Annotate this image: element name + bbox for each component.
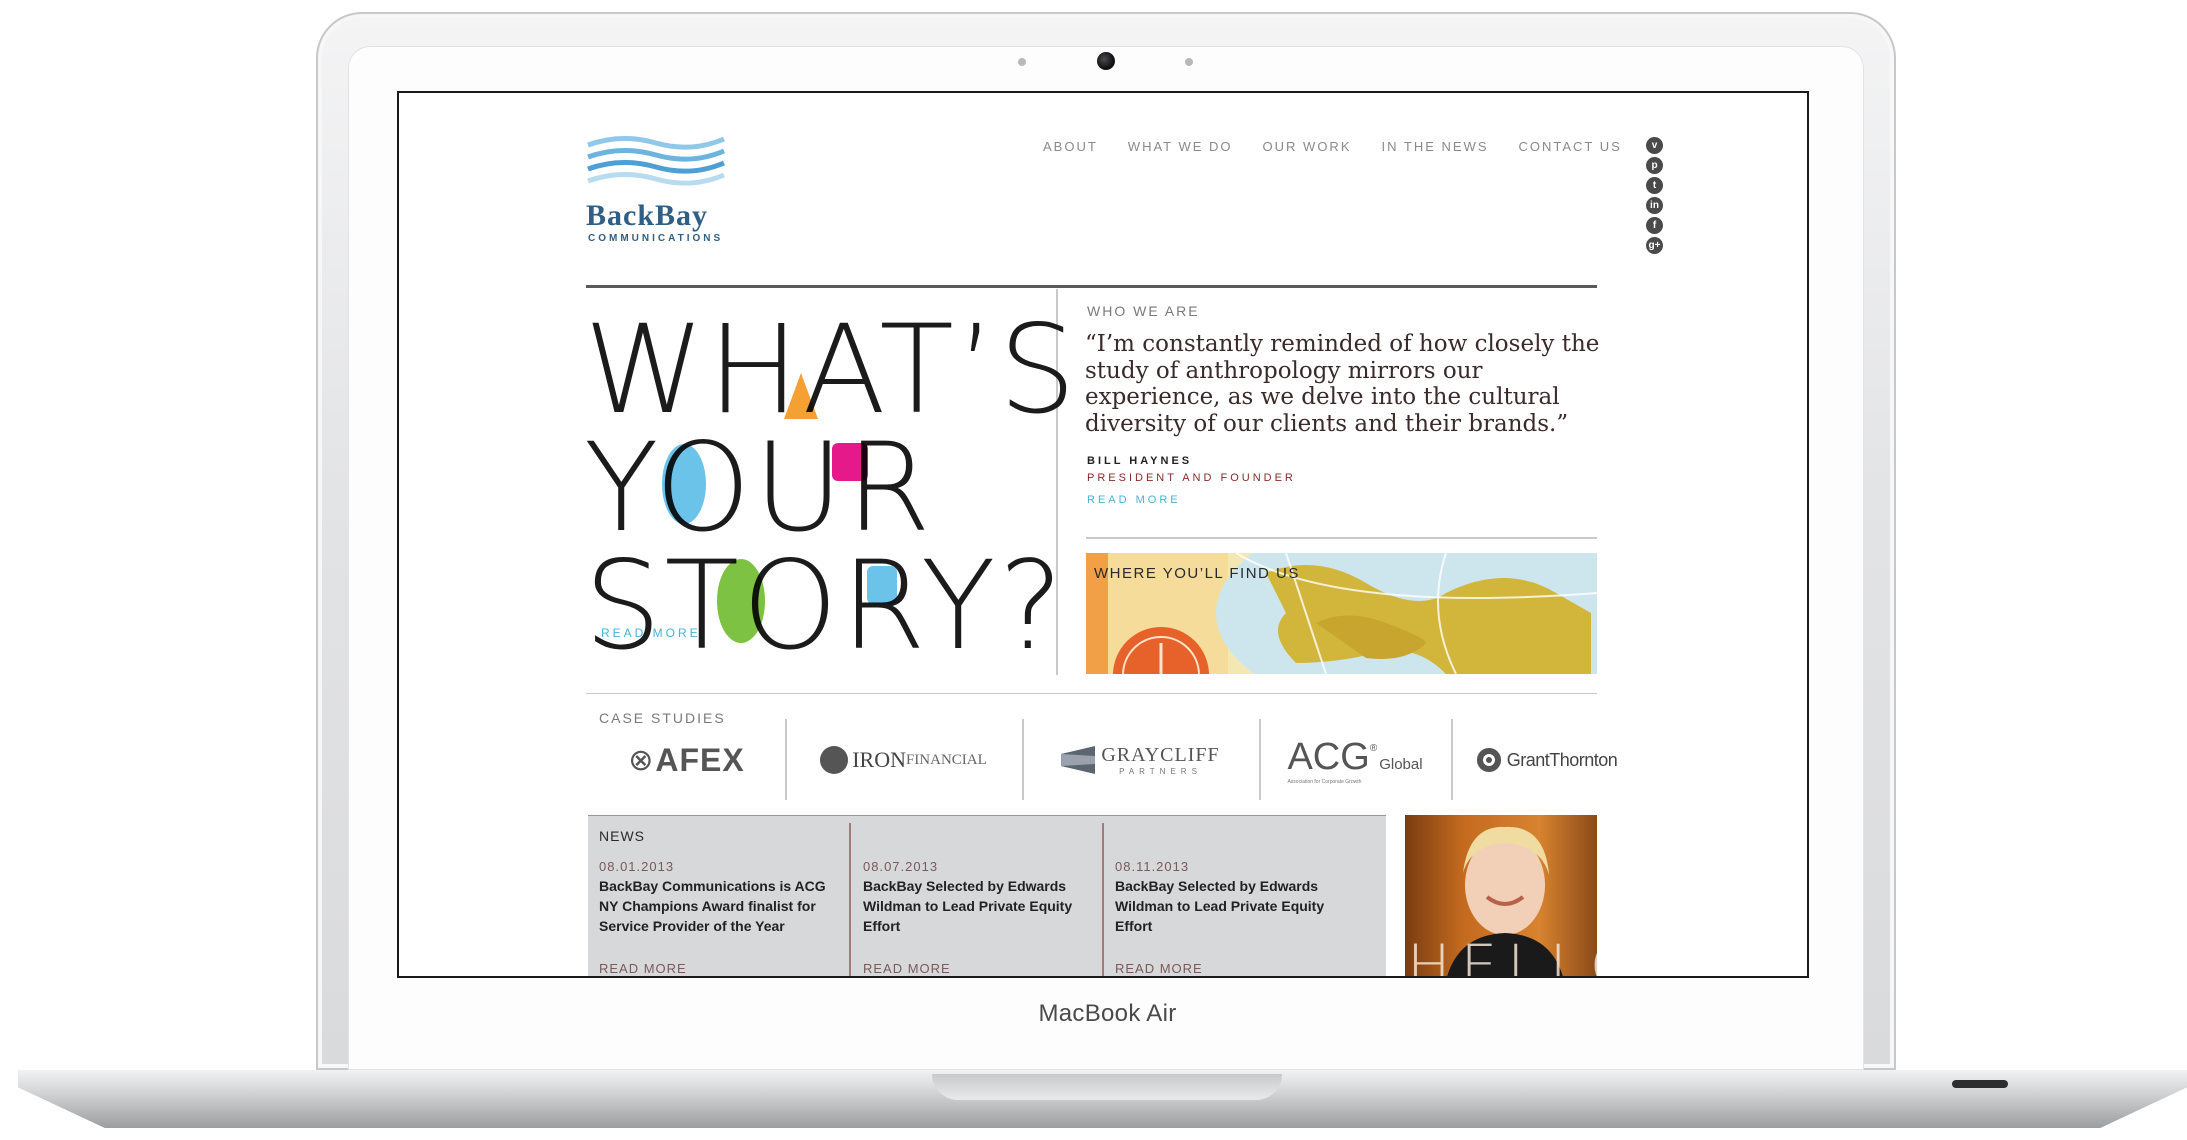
divider xyxy=(1451,719,1453,800)
news-title[interactable]: BackBay Communications is ACG NY Champio… xyxy=(599,876,839,936)
vimeo-icon[interactable]: v xyxy=(1646,137,1663,154)
case-study-graycliff[interactable]: GRAYCLIFF PARTNERS xyxy=(1028,725,1253,795)
acg-logo: ACG ® Global Association for Corporate G… xyxy=(1287,736,1422,785)
main-nav: ABOUT WHAT WE DO OUR WORK IN THE NEWS CO… xyxy=(1043,139,1652,154)
acg-registered-mark: ® xyxy=(1369,742,1378,754)
grant-thornton-logo-icon xyxy=(1476,748,1501,772)
news-item[interactable]: 08.01.2013 BackBay Communications is ACG… xyxy=(599,859,839,936)
news-item[interactable]: 08.11.2013 BackBay Selected by Edwards W… xyxy=(1115,859,1365,936)
case-study-afex[interactable]: ⊗ AFEX xyxy=(594,725,779,795)
news-date: 08.01.2013 xyxy=(599,859,675,874)
website-screen: BackBay COMMUNICATIONS ABOUT WHAT WE DO … xyxy=(397,91,1809,978)
logo-subtitle: COMMUNICATIONS xyxy=(588,233,724,244)
hello-text: HELLO xyxy=(1407,932,1597,978)
nav-our-work[interactable]: OUR WORK xyxy=(1263,139,1352,154)
news-read-more-link[interactable]: READ MORE xyxy=(1115,961,1203,976)
divider xyxy=(1102,823,1104,976)
find-us-label: WHERE YOU’LL FIND US xyxy=(1094,565,1300,582)
hero-line-3: STORY? xyxy=(584,535,1067,677)
case-study-iron-financial[interactable]: IRON FINANCIAL xyxy=(791,725,1016,795)
graycliff-suffix: PARTNERS xyxy=(1119,767,1202,776)
quote-author: BILL HAYNES xyxy=(1087,455,1193,467)
who-read-more-link[interactable]: READ MORE xyxy=(1087,494,1181,506)
sensor-dot xyxy=(1185,58,1193,66)
founder-quote: “I’m constantly reminded of how closely … xyxy=(1085,331,1600,437)
divider xyxy=(1086,537,1597,539)
news-read-more-link[interactable]: READ MORE xyxy=(599,961,687,976)
acg-suffix: Global xyxy=(1379,755,1423,773)
news-title[interactable]: BackBay Selected by Edwards Wildman to L… xyxy=(863,876,1093,936)
social-links: v p t in f g+ xyxy=(1646,137,1664,254)
nav-what-we-do[interactable]: WHAT WE DO xyxy=(1128,139,1233,154)
model-label: MacBook Air xyxy=(1038,1000,1177,1027)
news-date: 08.07.2013 xyxy=(863,859,939,874)
divider xyxy=(588,815,1386,816)
logo-waves-icon[interactable] xyxy=(586,133,726,193)
news-read-more-link[interactable]: READ MORE xyxy=(863,961,951,976)
afex-logo-icon: ⊗ xyxy=(628,743,654,777)
nav-contact-us[interactable]: CONTACT US xyxy=(1519,139,1622,154)
section-label: WHO WE ARE xyxy=(1087,303,1200,319)
iron-logo-icon xyxy=(820,746,849,774)
divider xyxy=(1259,719,1261,800)
graycliff-name: GRAYCLIFF xyxy=(1101,744,1220,766)
afex-logo-text: AFEX xyxy=(655,741,745,778)
sensor-dot xyxy=(1018,58,1026,66)
linkedin-icon[interactable]: in xyxy=(1646,197,1663,214)
google-plus-icon[interactable]: g+ xyxy=(1646,237,1663,254)
divider xyxy=(586,693,1597,694)
iron-logo-suffix: FINANCIAL xyxy=(905,751,987,768)
lid-notch xyxy=(932,1074,1282,1100)
divider xyxy=(586,285,1597,288)
quote-role: PRESIDENT AND FOUNDER xyxy=(1087,472,1296,484)
acg-tagline: Association for Corporate Growth xyxy=(1287,778,1362,785)
divider xyxy=(849,823,851,976)
twitter-icon[interactable]: t xyxy=(1646,177,1663,194)
graycliff-logo-text: GRAYCLIFF PARTNERS xyxy=(1101,744,1219,776)
divider xyxy=(785,719,787,800)
hello-panel[interactable]: HELLO xyxy=(1405,815,1597,978)
nav-about[interactable]: ABOUT xyxy=(1043,139,1098,154)
hero-read-more-link[interactable]: READ MORE xyxy=(601,626,701,640)
hero-line-2: YOUR xyxy=(584,417,934,559)
acg-name: ACG xyxy=(1287,735,1370,778)
news-date: 08.11.2013 xyxy=(1115,859,1190,874)
usb-port xyxy=(1952,1080,2008,1088)
divider xyxy=(1022,719,1024,800)
section-label: CASE STUDIES xyxy=(599,710,726,726)
facebook-icon[interactable]: f xyxy=(1646,217,1663,234)
case-study-grant-thornton[interactable]: GrantThornton xyxy=(1457,725,1637,795)
pinterest-icon[interactable]: p xyxy=(1646,157,1663,174)
hero-line-1: WHAT’S xyxy=(584,299,1080,441)
grant-thornton-logo-text: GrantThornton xyxy=(1506,749,1618,770)
news-title[interactable]: BackBay Selected by Edwards Wildman to L… xyxy=(1115,876,1365,936)
graycliff-logo-icon xyxy=(1061,746,1096,774)
find-us-banner[interactable]: WHERE YOU’LL FIND US xyxy=(1086,553,1597,674)
case-study-acg[interactable]: ACG ® Global Association for Corporate G… xyxy=(1265,725,1445,795)
news-item[interactable]: 08.07.2013 BackBay Selected by Edwards W… xyxy=(863,859,1093,936)
nav-in-the-news[interactable]: IN THE NEWS xyxy=(1382,139,1489,154)
logo-name[interactable]: BackBay xyxy=(586,199,708,233)
news-label: NEWS xyxy=(599,828,645,844)
camera-icon xyxy=(1097,52,1115,70)
hero-headline: WHAT’S YOUR STORY? xyxy=(584,299,1080,677)
iron-logo-name: IRON xyxy=(852,747,906,772)
